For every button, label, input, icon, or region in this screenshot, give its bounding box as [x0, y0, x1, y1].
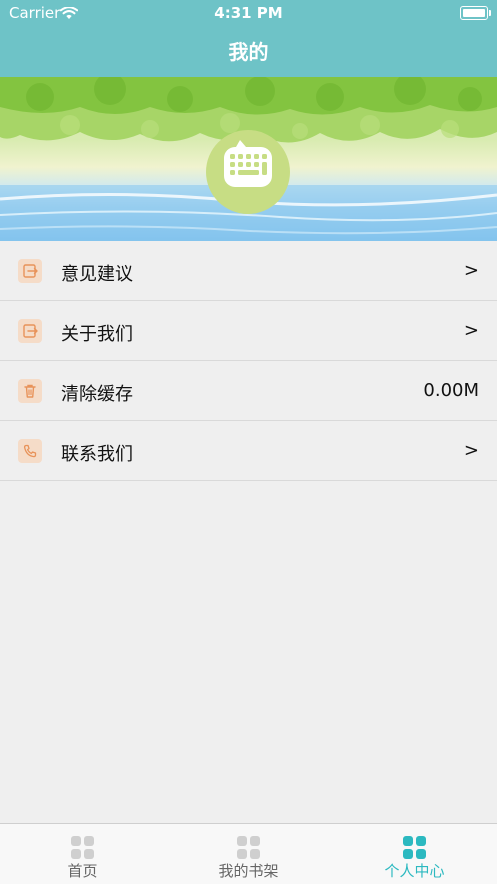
tab-bar: 首页 我的书架 个人中心: [0, 823, 497, 884]
page-title: 我的: [228, 40, 269, 64]
menu-item-clear-cache[interactable]: 清除缓存 0.00M: [0, 361, 497, 421]
grid-icon: [71, 836, 94, 859]
tab-home[interactable]: 首页: [0, 824, 165, 884]
cache-size-value: 0.00M: [423, 380, 479, 401]
chevron-right-icon: >: [463, 440, 479, 461]
trash-icon: [18, 379, 42, 403]
menu-item-about[interactable]: 关于我们 >: [0, 301, 497, 361]
tab-bookshelf[interactable]: 我的书架: [166, 824, 331, 884]
navigation-bar: Carrier 4:31 PM 我的: [0, 0, 497, 77]
exit-icon: [18, 259, 42, 283]
menu-item-contact[interactable]: 联系我们 >: [0, 421, 497, 481]
tab-profile[interactable]: 个人中心: [332, 824, 497, 884]
status-time: 4:31 PM: [214, 4, 283, 22]
phone-icon: [18, 439, 42, 463]
menu-item-label: 意见建议: [61, 264, 133, 285]
keyboard-bubble-icon: [224, 140, 272, 187]
grid-icon: [237, 836, 260, 859]
menu-item-label: 联系我们: [61, 444, 133, 465]
battery-icon: [460, 6, 491, 20]
chevron-right-icon: >: [463, 260, 479, 281]
menu-item-label: 关于我们: [61, 324, 133, 345]
grid-icon: [403, 836, 426, 859]
tab-label: 我的书架: [218, 862, 279, 880]
tab-label: 个人中心: [384, 862, 445, 880]
status-bar: Carrier 4:31 PM: [0, 0, 497, 26]
menu-list: 意见建议 > 关于我们 > 清除缓存 0.00M 联系我们 >: [0, 241, 497, 481]
avatar[interactable]: [206, 130, 290, 214]
tab-label: 首页: [67, 862, 98, 880]
menu-item-feedback[interactable]: 意见建议 >: [0, 241, 497, 301]
menu-item-label: 清除缓存: [61, 384, 133, 405]
exit-icon: [18, 319, 42, 343]
chevron-right-icon: >: [463, 320, 479, 341]
